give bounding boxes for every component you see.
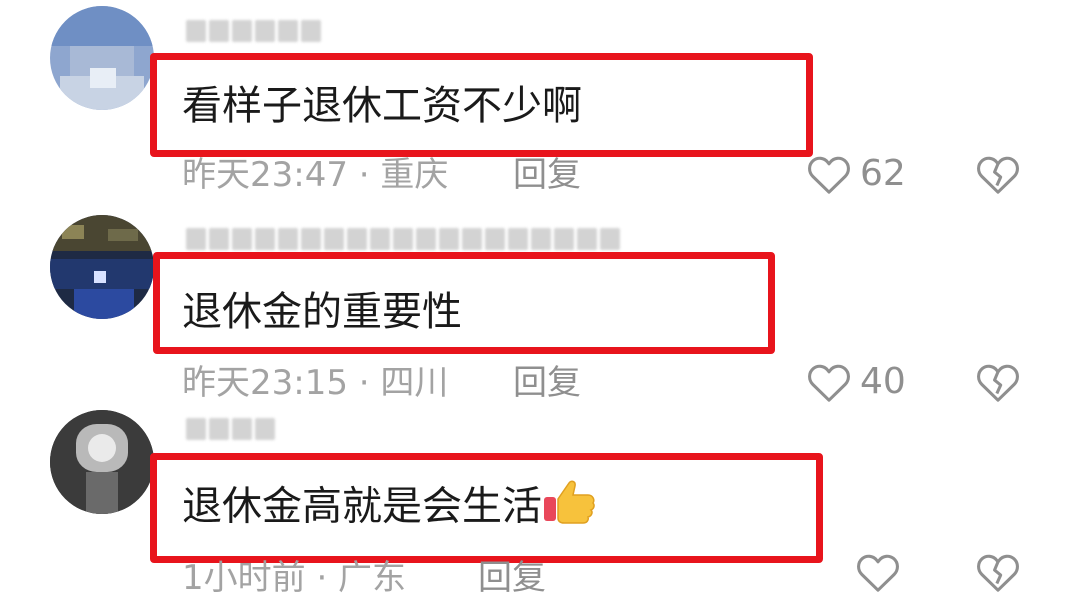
avatar[interactable] — [50, 410, 154, 514]
broken-heart-icon[interactable] — [975, 550, 1021, 594]
thumbs-up-emoji-icon — [542, 480, 598, 532]
reply-button[interactable]: 回复 — [478, 561, 546, 595]
like-button[interactable] — [855, 550, 909, 594]
username-blurred[interactable] — [186, 418, 275, 444]
comment-item: 退休金高就是会生活 1小时前 · 广东 回复 — [0, 0, 1080, 604]
heart-icon — [855, 550, 901, 594]
comment-text: 退休金高就是会生活 — [182, 480, 598, 532]
comment-text-label: 退休金高就是会生活 — [182, 483, 542, 530]
comment-time-location: 1小时前 · 广东 — [182, 558, 407, 598]
